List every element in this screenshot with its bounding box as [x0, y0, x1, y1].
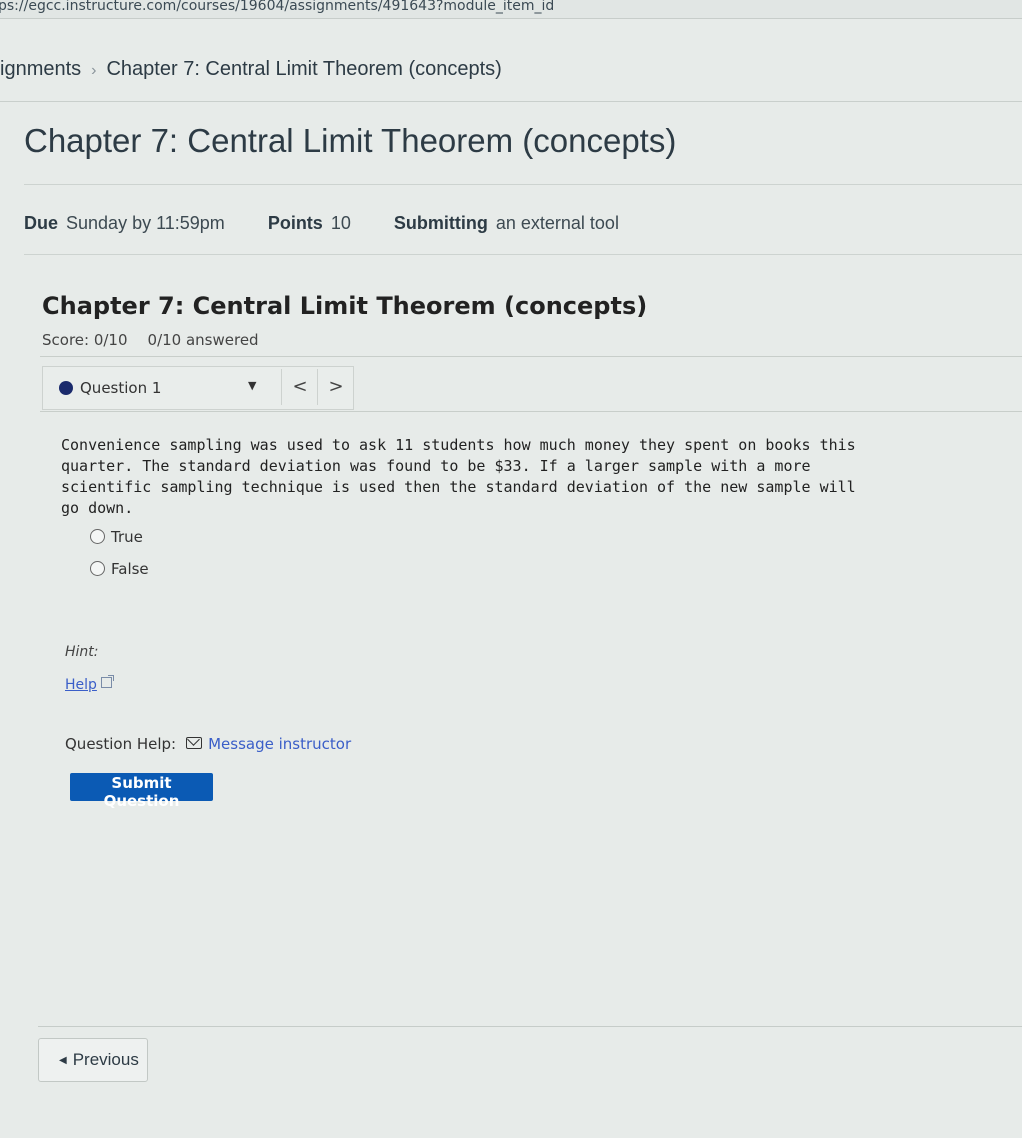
- submitting-value: an external tool: [495, 213, 619, 233]
- message-instructor-label: Message instructor: [208, 735, 352, 753]
- details-divider: [24, 254, 1022, 255]
- due-value: Sunday by 11:59pm: [66, 213, 225, 233]
- address-bar[interactable]: ps://egcc.instructure.com/courses/19604/…: [0, 0, 1022, 19]
- hint-label: Hint:: [65, 644, 99, 660]
- next-question-button[interactable]: >: [317, 369, 354, 405]
- score-line: Score: 0/10 0/10 answered: [42, 331, 259, 349]
- external-link-icon: [100, 675, 114, 688]
- question-navigation: Question 1 ▼ < >: [42, 366, 354, 410]
- mail-icon: [186, 737, 203, 749]
- question-selector[interactable]: Question 1 ▼: [43, 367, 267, 409]
- title-divider: [24, 184, 1022, 185]
- help-link[interactable]: Help: [65, 675, 114, 693]
- previous-button[interactable]: ◀ Previous: [38, 1038, 148, 1082]
- submitting-group: Submitting an external tool: [394, 213, 619, 234]
- due-group: Due Sunday by 11:59pm: [24, 213, 225, 234]
- breadcrumb-separator: ›: [91, 62, 97, 79]
- option-false-label: False: [111, 560, 149, 578]
- breadcrumb-assignments[interactable]: ignments: [0, 58, 81, 80]
- option-true[interactable]: True: [90, 528, 143, 546]
- radio-false[interactable]: [90, 561, 105, 576]
- navigation-divider: [40, 411, 1022, 412]
- assignment-details: Due Sunday by 11:59pm Points 10 Submitting…: [24, 213, 657, 234]
- previous-question-button[interactable]: <: [281, 369, 318, 405]
- footer-divider: [38, 1026, 1022, 1027]
- score-divider: [40, 356, 1022, 357]
- caret-down-icon: ▼: [248, 379, 257, 392]
- points-group: Points 10: [268, 213, 351, 234]
- question-selector-label: Question 1: [80, 379, 162, 397]
- submit-question-button[interactable]: Submit Question: [70, 773, 213, 810]
- radio-true[interactable]: [90, 529, 105, 544]
- url-text[interactable]: ps://egcc.instructure.com/courses/19604/…: [0, 0, 554, 14]
- page: ps://egcc.instructure.com/courses/19604/…: [0, 0, 1022, 1138]
- question-help-label: Question Help:: [65, 735, 177, 753]
- external-tool-frame: Chapter 7: Central Limit Theorem (concep…: [40, 288, 1022, 848]
- previous-label: Previous: [72, 1050, 139, 1069]
- question-help: Question Help: Message instructor: [65, 735, 351, 753]
- points-label: Points: [267, 213, 323, 233]
- message-instructor-link[interactable]: Message instructor: [186, 735, 351, 753]
- question-status-dot-icon: [59, 381, 73, 395]
- option-false[interactable]: False: [90, 560, 149, 578]
- question-text: Convenience sampling was used to ask 11 …: [61, 436, 856, 517]
- submitting-label: Submitting: [393, 213, 488, 233]
- page-title: Chapter 7: Central Limit Theorem (concep…: [24, 122, 677, 159]
- option-true-label: True: [111, 528, 143, 546]
- answered-count: 0/10 answered: [147, 331, 259, 349]
- breadcrumb: ignments › Chapter 7: Central Limit Theore…: [0, 58, 502, 81]
- points-value: 10: [330, 213, 351, 233]
- breadcrumb-divider: [0, 101, 1022, 102]
- score-value: Score: 0/10: [42, 331, 128, 349]
- breadcrumb-current: Chapter 7: Central Limit Theorem (concep…: [106, 58, 502, 80]
- quiz-title: Chapter 7: Central Limit Theorem (concep…: [42, 292, 648, 320]
- help-link-label[interactable]: Help: [65, 677, 97, 693]
- due-label: Due: [24, 213, 59, 233]
- triangle-left-icon: ◀: [59, 1055, 67, 1066]
